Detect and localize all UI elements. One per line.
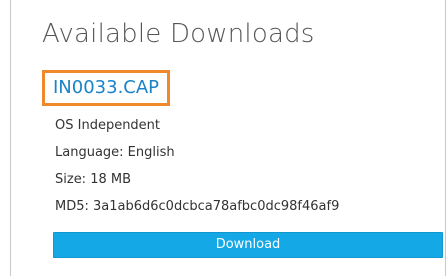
page: Available Downloads IN0033.CAP OS Indepe… <box>0 0 448 276</box>
panel-title: Available Downloads <box>42 19 315 49</box>
file-link-highlight: IN0033.CAP <box>42 70 171 106</box>
available-downloads-panel: Available Downloads IN0033.CAP OS Indepe… <box>10 0 446 276</box>
file-name-link[interactable]: IN0033.CAP <box>53 77 159 99</box>
download-button[interactable]: Download <box>53 232 443 258</box>
size-info: Size: 18 MB <box>55 172 132 187</box>
language-info: Language: English <box>55 145 175 160</box>
md5-checksum: MD5: 3a1ab6d6c0dcbca78afbc0dc98f46af9 <box>55 199 340 214</box>
os-info: OS Independent <box>55 118 161 133</box>
